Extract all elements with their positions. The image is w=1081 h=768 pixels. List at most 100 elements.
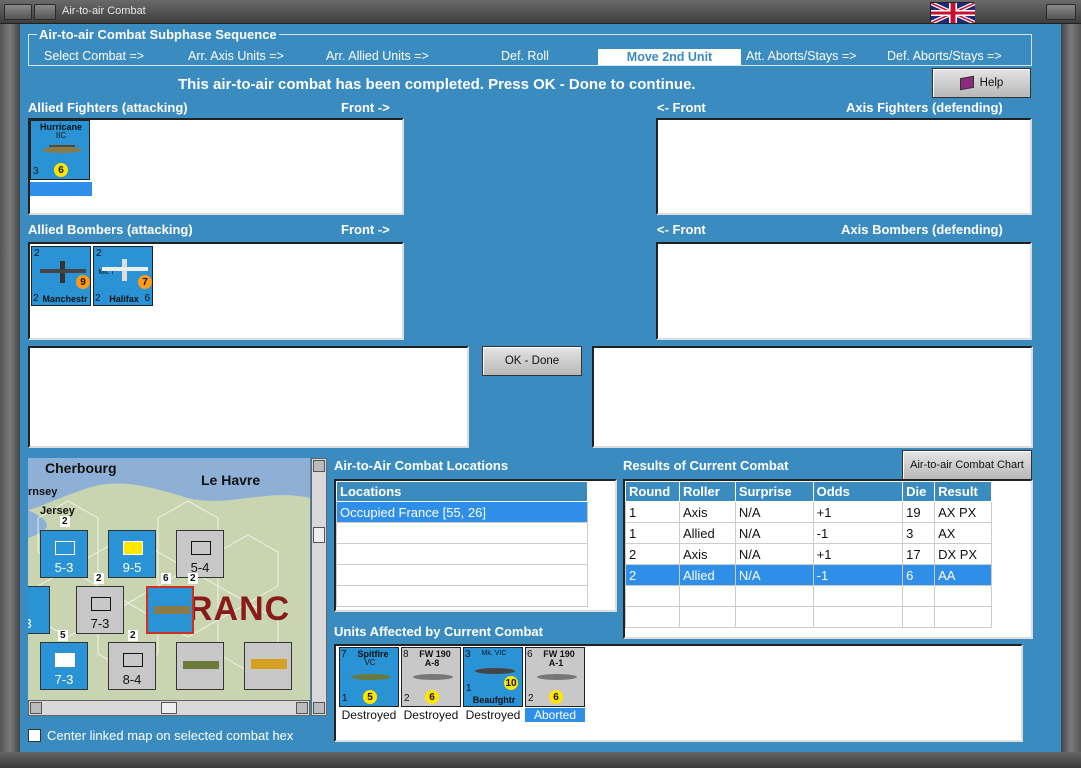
unit-status: Destroyed — [465, 708, 521, 722]
cell: 2 — [625, 564, 680, 586]
affected-unit-1[interactable]: 8 FW 190 A-8 2 6 — [401, 647, 461, 707]
location-row[interactable]: Occupied France [55, 26] — [336, 501, 588, 523]
map-air-counter[interactable] — [244, 642, 292, 690]
unit-mark: Mk. VIC — [481, 650, 507, 657]
cell: 17 — [902, 543, 936, 565]
plane-icon — [154, 606, 190, 614]
unit-right-value: 6 — [144, 293, 150, 304]
affected-label: Units Affected by Current Combat — [334, 624, 543, 639]
map-counter[interactable]: 5-4 — [176, 530, 224, 578]
center-map-checkbox[interactable] — [28, 728, 41, 742]
results-table[interactable]: Round Roller Surprise Odds Die Result 1A… — [625, 481, 992, 628]
table-row[interactable]: 2 Axis N/A +1 17 DX PX — [625, 543, 992, 565]
col-surprise: Surprise — [734, 481, 814, 502]
unit-left-value: 3 — [33, 166, 39, 177]
cell: Axis — [678, 501, 736, 523]
col-round: Round — [625, 481, 680, 502]
axis-fighters-label: Axis Fighters (defending) — [846, 100, 1003, 115]
seq-step-att-aborts: Att. Aborts/Stays => — [746, 49, 857, 63]
center-map-option[interactable]: Center linked map on selected combat hex — [28, 726, 330, 744]
close-button[interactable] — [1046, 4, 1076, 20]
stack-number: 2 — [128, 630, 138, 641]
seq-step-move-2nd-unit: Move 2nd Unit — [598, 49, 741, 65]
scroll-thumb[interactable] — [313, 527, 325, 543]
map-counter[interactable]: 7-3 — [76, 586, 124, 634]
system-menu-button[interactable] — [4, 4, 32, 20]
fighter-plane-icon — [39, 143, 85, 153]
unit-left-value: 1 — [342, 693, 348, 704]
cell: Axis — [678, 543, 736, 565]
help-button[interactable]: Help — [932, 68, 1031, 98]
sequence-legend: Air-to-air Combat Subphase Sequence — [37, 27, 279, 42]
fighter-plane-icon — [348, 670, 394, 680]
scroll-down-icon[interactable] — [313, 702, 325, 714]
seq-step-def-roll: Def. Roll — [501, 49, 549, 63]
unit-counter-halifax[interactable]: 2 Mk. I 7 2 Halifax 6 — [93, 246, 153, 306]
unit-counter-hurricane[interactable]: Hurricane IIC 3 6 — [30, 120, 90, 180]
unit-mark: IIC — [55, 131, 67, 140]
axis-bombers-panel[interactable] — [656, 242, 1032, 340]
front-label-fighters: Front -> — [341, 100, 390, 115]
uk-flag-icon — [930, 1, 976, 25]
locations-table[interactable]: Locations Occupied France [55, 26] — [336, 481, 588, 607]
unit-counter-manchester[interactable]: 2 9 2 Manchestr — [31, 246, 91, 306]
map-horizontal-scrollbar[interactable] — [28, 700, 310, 716]
table-row[interactable]: 2 Allied N/A -1 6 AA — [625, 564, 992, 586]
affected-unit-3[interactable]: 6 FW 190 A-1 2 6 — [525, 647, 585, 707]
results-label: Results of Current Combat — [623, 458, 789, 473]
linked-map[interactable]: Cherbourg Le Havre Jersey rnsey RANC 5-3… — [28, 458, 310, 716]
infantry-symbol-icon — [55, 541, 75, 555]
affected-units-list: 7 Spitfire VC 1 5 8 FW 190 A-8 2 6 3 Mk.… — [339, 647, 599, 727]
location-row[interactable] — [336, 585, 588, 607]
infantry-symbol-icon — [91, 597, 111, 611]
locations-header: Locations — [336, 481, 588, 502]
affected-unit-2[interactable]: 3 Mk. VIC 10 1 Beaufghtr — [463, 647, 523, 707]
unit-dot: 7 — [138, 275, 152, 289]
scroll-up-icon[interactable] — [313, 460, 325, 472]
map-label-cherbourg: Cherbourg — [45, 460, 117, 476]
scroll-thumb[interactable] — [161, 702, 177, 714]
stack-number: 2 — [188, 573, 198, 584]
cell: Allied — [678, 522, 736, 544]
allied-fighters-label: Allied Fighters (attacking) — [28, 100, 188, 115]
table-row[interactable]: 1 Axis N/A +1 19 AX PX — [625, 501, 992, 523]
location-row[interactable] — [336, 522, 588, 544]
seq-step-arr-axis: Arr. Axis Units => — [188, 49, 284, 63]
air-combat-chart-button[interactable]: Air-to-air Combat Chart — [902, 450, 1032, 480]
seq-step-arr-allied: Arr. Allied Units => — [326, 49, 429, 63]
map-counter[interactable]: 9-5 — [108, 530, 156, 578]
axis-fighters-panel[interactable] — [656, 118, 1032, 215]
cell: AX PX — [934, 501, 992, 523]
help-button-label: Help — [979, 77, 1004, 89]
unit-dot: 5 — [363, 690, 377, 704]
plane-icon — [251, 659, 287, 669]
map-air-counter[interactable] — [176, 642, 224, 690]
map-counter[interactable]: 7-3 — [40, 642, 88, 690]
counter-value: 7-3 — [54, 672, 74, 687]
table-row[interactable] — [625, 585, 992, 607]
table-row[interactable] — [625, 606, 992, 628]
map-counter[interactable]: 5-3 — [40, 530, 88, 578]
counter-value: 9-5 — [122, 560, 142, 575]
location-row[interactable] — [336, 564, 588, 586]
scroll-right-icon[interactable] — [296, 702, 308, 714]
allied-fighter-slot[interactable]: Hurricane IIC 3 6 — [30, 120, 92, 196]
map-counter[interactable]: 8-4 — [108, 642, 156, 690]
map-counter[interactable]: -3 — [28, 586, 50, 634]
map-selected-combat-counter[interactable] — [146, 586, 194, 634]
table-row[interactable]: 1 Allied N/A -1 3 AX — [625, 522, 992, 544]
cell: DX PX — [934, 543, 992, 565]
cell: 1 — [625, 501, 680, 523]
map-vertical-scrollbar[interactable] — [311, 458, 327, 716]
minimize-button[interactable] — [34, 4, 56, 20]
front-label-axis-fighters: <- Front — [657, 100, 706, 115]
infantry-symbol-icon — [123, 653, 143, 667]
affected-unit-0[interactable]: 7 Spitfire VC 1 5 — [339, 647, 399, 707]
col-die: Die — [902, 481, 936, 502]
cell: N/A — [734, 543, 814, 565]
location-row[interactable] — [336, 543, 588, 565]
scroll-left-icon[interactable] — [30, 702, 42, 714]
ok-done-button[interactable]: OK - Done — [482, 346, 582, 376]
counter-value: -3 — [28, 616, 32, 631]
cell: 1 — [625, 522, 680, 544]
